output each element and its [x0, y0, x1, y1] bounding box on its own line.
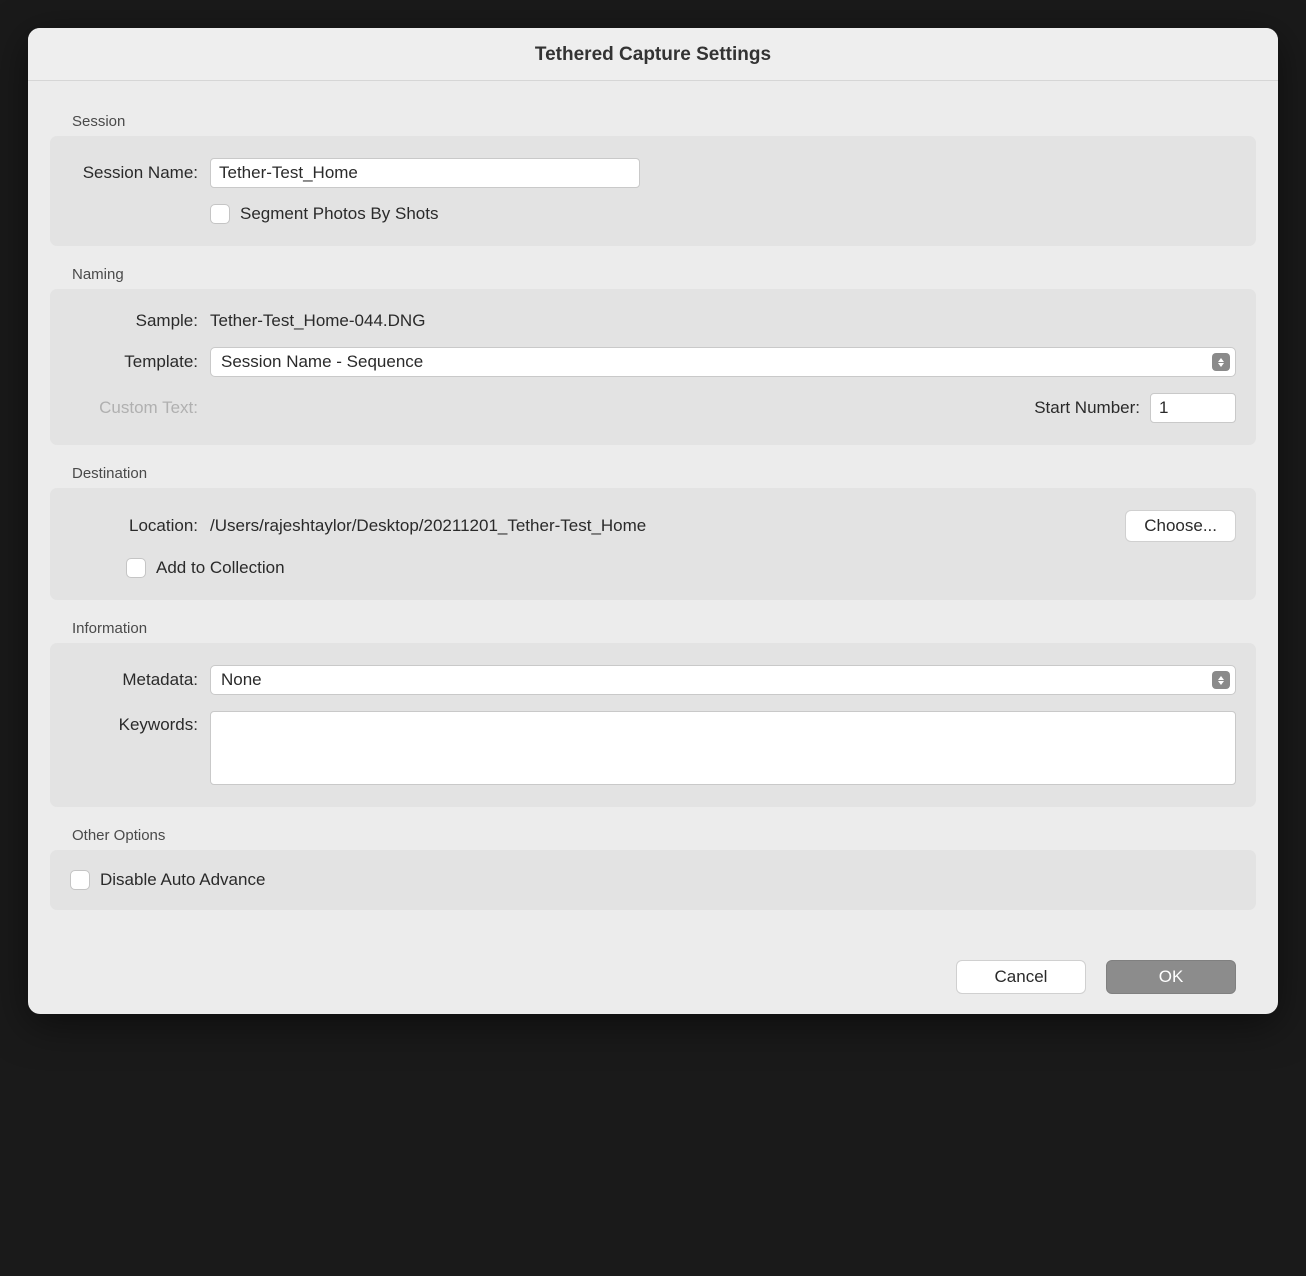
disable-auto-advance-checkbox[interactable] — [70, 870, 90, 890]
session-name-input[interactable] — [210, 158, 640, 188]
tethered-capture-dialog: Tethered Capture Settings Session Sessio… — [28, 28, 1278, 1014]
keywords-row: Keywords: — [70, 703, 1236, 793]
location-value: /Users/rajeshtaylor/Desktop/20211201_Tet… — [210, 516, 646, 536]
metadata-select-value: None — [221, 670, 262, 689]
information-section: Metadata: None Keywords: — [50, 643, 1256, 807]
location-label: Location: — [70, 516, 210, 536]
disable-auto-advance-row: Disable Auto Advance — [70, 864, 1236, 896]
dialog-title: Tethered Capture Settings — [28, 44, 1278, 66]
add-to-collection-row: Add to Collection — [70, 550, 1236, 586]
updown-icon — [1212, 671, 1230, 689]
segment-photos-checkbox[interactable] — [210, 204, 230, 224]
session-name-row: Session Name: — [70, 150, 1236, 196]
template-row: Template: Session Name - Sequence — [70, 339, 1236, 385]
segment-photos-row: Segment Photos By Shots — [70, 196, 1236, 232]
information-section-label: Information — [72, 620, 1256, 637]
start-number-group: Start Number: — [1034, 393, 1236, 423]
start-number-label: Start Number: — [1034, 398, 1140, 418]
dialog-body: Session Session Name: Segment Photos By … — [28, 81, 1278, 1014]
location-row: Location: /Users/rajeshtaylor/Desktop/20… — [70, 502, 1236, 550]
dialog-header: Tethered Capture Settings — [28, 28, 1278, 81]
updown-icon — [1212, 353, 1230, 371]
session-section: Session Name: Segment Photos By Shots — [50, 136, 1256, 246]
ok-button[interactable]: OK — [1106, 960, 1236, 994]
destination-section-label: Destination — [72, 465, 1256, 482]
template-select-value: Session Name - Sequence — [221, 352, 423, 371]
custom-text-row: Custom Text: Start Number: — [70, 385, 1236, 431]
custom-text-label: Custom Text: — [70, 398, 210, 418]
add-to-collection-label: Add to Collection — [156, 558, 285, 578]
sample-label: Sample: — [70, 311, 210, 331]
metadata-select[interactable]: None — [210, 665, 1236, 695]
metadata-row: Metadata: None — [70, 657, 1236, 703]
dialog-footer: Cancel OK — [50, 930, 1256, 1014]
disable-auto-advance-label: Disable Auto Advance — [100, 870, 265, 890]
choose-button[interactable]: Choose... — [1125, 510, 1236, 542]
template-select[interactable]: Session Name - Sequence — [210, 347, 1236, 377]
metadata-label: Metadata: — [70, 670, 210, 690]
start-number-input[interactable] — [1150, 393, 1236, 423]
session-name-label: Session Name: — [70, 163, 210, 183]
keywords-input[interactable] — [210, 711, 1236, 785]
destination-section: Location: /Users/rajeshtaylor/Desktop/20… — [50, 488, 1256, 600]
other-section-label: Other Options — [72, 827, 1256, 844]
template-label: Template: — [70, 352, 210, 372]
add-to-collection-checkbox[interactable] — [126, 558, 146, 578]
other-section: Disable Auto Advance — [50, 850, 1256, 910]
sample-row: Sample: Tether-Test_Home-044.DNG — [70, 303, 1236, 339]
keywords-label: Keywords: — [70, 711, 210, 735]
sample-value: Tether-Test_Home-044.DNG — [210, 311, 425, 331]
session-section-label: Session — [72, 113, 1256, 130]
cancel-button[interactable]: Cancel — [956, 960, 1086, 994]
naming-section-label: Naming — [72, 266, 1256, 283]
segment-photos-label: Segment Photos By Shots — [240, 204, 438, 224]
naming-section: Sample: Tether-Test_Home-044.DNG Templat… — [50, 289, 1256, 445]
